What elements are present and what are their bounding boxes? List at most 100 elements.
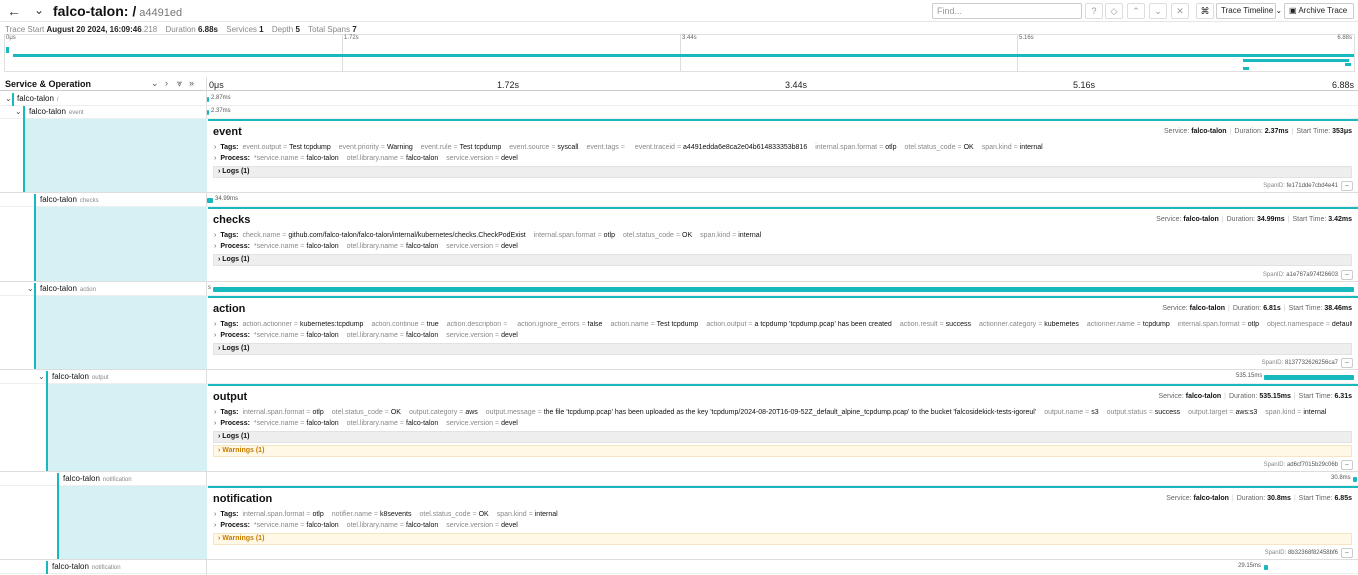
process-line[interactable]: › Process: *service.name = falco-talon otel.l… [214,522,526,529]
minimap-tick: 1.72s [344,35,359,41]
chevron-down-icon[interactable]: ⌄ [34,2,48,18]
collapse-one-icon[interactable]: ⌄ [151,78,159,89]
tag-item: *service.name = falco-talon [253,332,339,339]
span-row-root[interactable]: ⌄ falco-talon/ 2.87ms [0,93,1358,106]
tag-key: internal.span.format [242,511,305,518]
tag-key: event.tags [586,144,619,151]
span-row-event[interactable]: ⌄ falco-talon event 2.37ms [0,106,1358,119]
tag-value: Warning [386,144,413,151]
warnings-section[interactable]: › Warnings (1) [213,533,1352,545]
link-icon[interactable]: ⇔ [1341,358,1353,368]
timeline-tick: 0μs [209,80,224,90]
trace-minimap[interactable]: 0μs 1.72s 3.44s 5.16s 6.88s [4,34,1355,72]
archive-trace-button[interactable]: ▣ Archive Trace [1284,3,1354,19]
help-icon[interactable]: ? [1085,3,1103,19]
process-line[interactable]: › Process: *service.name = falco-talon otel.l… [214,155,526,162]
back-arrow-icon[interactable]: ← [6,3,22,19]
tag-item: service.version = devel [446,243,518,250]
tag-value: false [587,321,603,328]
tag-item: output.status = success [1106,409,1181,416]
span-id: SpanID: ad6cf7015b29c06b [1263,462,1338,468]
process-line[interactable]: › Process: *service.name = falco-talon otel.l… [214,332,526,339]
expand-all-icon[interactable]: » [189,78,194,88]
tag-value: OK [963,144,974,151]
tag-value: Test tcpdump [289,144,331,151]
tag-item: check.name = github.com/falco-talon/falco-… [242,232,526,239]
tag-value: kubernetes:tcpdump [300,321,364,328]
link-icon[interactable]: ⇔ [1341,548,1353,558]
clear-search-icon[interactable]: ✕ [1171,3,1189,19]
trace-title: falco-talon: / a4491ed [53,3,182,19]
prev-match-icon[interactable]: ⌃ [1127,3,1145,19]
span-duration: 2.37ms [211,108,231,114]
tags-line[interactable]: › Tags: internal.span.format = otlp otel.stat… [214,409,1334,416]
tag-value: devel [501,420,518,427]
tag-value: Test tcpdump [459,144,502,151]
service-color-indicator [57,473,59,486]
tag-item: otel.library.name = falco-talon [346,155,439,162]
warnings-section[interactable]: › Warnings (1) [213,445,1352,457]
tag-value: internal [738,232,762,239]
link-icon[interactable]: ⇔ [1341,181,1353,191]
chevron-down-icon[interactable]: ⌄ [15,107,22,116]
tag-key: otel.status_code [419,511,471,518]
detail-indent [57,486,207,559]
collapse-all-icon[interactable]: ⩔ [177,78,182,89]
span-name: falco-talon notification [52,562,121,571]
span-row-notification[interactable]: falco-talon notification 30.8ms [0,473,1358,486]
tag-item: *service.name = falco-talon [253,155,339,162]
logs-section[interactable]: › Logs (1) [213,254,1352,266]
view-select[interactable]: Trace Timeline ⌄ [1216,3,1282,19]
process-line[interactable]: › Process: *service.name = falco-talon otel.l… [214,243,526,250]
tags-line[interactable]: › Tags: action.actionner = kubernetes:tcpdum… [214,321,1352,328]
minimap-gridline [680,35,681,71]
logs-section[interactable]: › Logs (1) [213,343,1352,355]
tag-item: output.target = aws:s3 [1188,409,1258,416]
span-bar [1264,375,1354,380]
span-bar [1264,565,1268,570]
span-row-output[interactable]: ⌄ falco-talon output 535.15ms [0,371,1358,384]
tag-value: s3 [1091,409,1099,416]
tags-line[interactable]: › Tags: internal.span.format = otlp notifier.… [214,511,566,518]
timeline-tick: 5.16s [1073,80,1096,90]
minimap-tick: 6.88s [1337,35,1352,41]
next-match-icon[interactable]: ⌄ [1149,3,1167,19]
chevron-down-icon[interactable]: ⌄ [27,284,34,293]
tags-line[interactable]: › Tags: event.output = Test tcpdump event.pri… [214,144,1051,151]
tag-value: otlp [885,144,897,151]
detail-title: notification [213,493,273,505]
tag-item: internal.span.format = otlp [242,511,324,518]
tag-key: action.name [610,321,649,328]
keyboard-shortcuts-icon[interactable]: ⌘ [1196,3,1214,19]
logs-section[interactable]: › Logs (1) [213,166,1352,178]
tag-key: output.target [1188,409,1228,416]
tag-item: otel.status_code = OK [331,409,401,416]
span-row-notification-2[interactable]: falco-talon notification 29.15ms [0,561,1358,574]
span-row-checks[interactable]: falco-talon checks 34.99ms [0,194,1358,207]
minimap-gridline [1017,35,1018,71]
expand-one-icon[interactable]: › [165,78,168,88]
tag-item: event.traceid = a4491edda6e8ca2e04b6148333… [634,144,808,151]
depth-label: Depth [271,25,294,34]
tag-item: span.kind = internal [700,232,762,239]
span-row-action[interactable]: ⌄ falco-talon action s [0,283,1358,296]
link-icon[interactable]: ⇔ [1341,460,1353,470]
tag-key: *service.name [253,420,299,427]
locate-icon[interactable]: ◇ [1105,3,1123,19]
tag-key: service.version [446,420,493,427]
span-name: falco-talon notification [63,474,132,483]
timeline-tick: 3.44s [785,80,808,90]
span-name: falco-talon event [29,107,84,116]
tag-key: output.category [408,409,458,416]
find-input[interactable]: Find... [932,3,1082,19]
tag-key: output.name [1044,409,1084,416]
link-icon[interactable]: ⇔ [1341,270,1353,280]
span-detail-notification: notification Service: falco-talon | Durati… [0,486,1358,560]
chevron-down-icon[interactable]: ⌄ [5,94,12,103]
logs-section[interactable]: › Logs (1) [213,431,1352,443]
tag-item: *service.name = falco-talon [253,522,339,529]
tags-line[interactable]: › Tags: check.name = github.com/falco-talon/… [214,232,769,239]
detail-meta: Service: falco-talon | Duration: 2.37ms | St… [1163,128,1352,135]
chevron-down-icon[interactable]: ⌄ [38,372,45,381]
process-line[interactable]: › Process: *service.name = falco-talon otel.l… [214,420,526,427]
